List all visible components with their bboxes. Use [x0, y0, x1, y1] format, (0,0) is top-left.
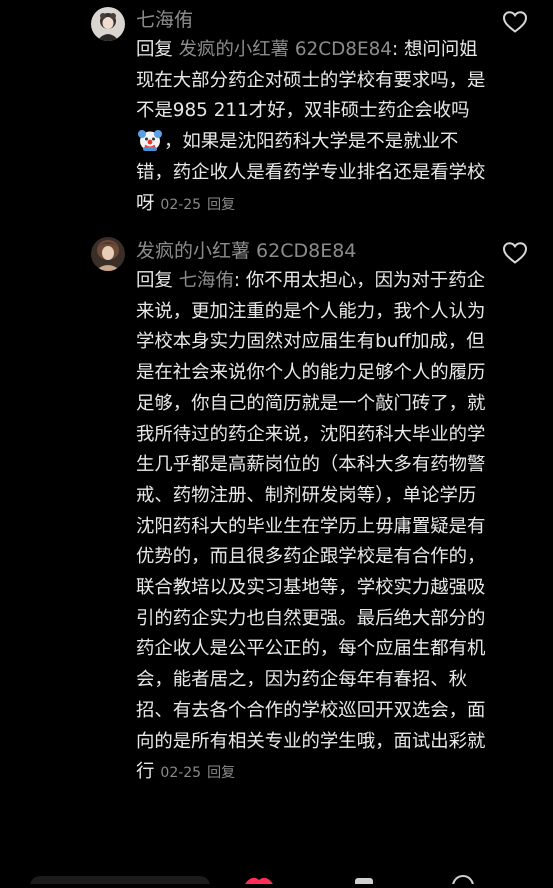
avatar[interactable]	[91, 7, 125, 41]
reply-target-username[interactable]: 发疯的小红薯 62CD8E84	[179, 39, 392, 60]
comment-date: 02-25	[160, 196, 202, 213]
reply-target-username[interactable]: 七海侑	[179, 270, 234, 291]
comment-text: 回复 七海侑: 你不用太担心，因为对于药企来说，更加注重的是个人能力，我个人认为…	[136, 266, 486, 789]
bottom-action-bar	[0, 868, 553, 888]
comment-date: 02-25	[160, 765, 202, 782]
comment-content: 你不用太担心，因为对于药企来说，更加注重的是个人能力，我个人认为学校本身实力固然…	[136, 270, 486, 783]
reply-colon: :	[233, 270, 246, 291]
heart-outline-icon[interactable]	[502, 241, 528, 265]
clown-face-emoji-icon	[137, 128, 163, 152]
comment-text: 回复 发疯的小红薯 62CD8E84: 想问问姐现在大部分药企对硕士的学校有要求…	[136, 35, 486, 220]
reply-prefix: 回复	[136, 39, 173, 60]
username[interactable]: 七海侑	[136, 8, 193, 32]
heart-outline-icon[interactable]	[502, 10, 528, 34]
comment-meta: 02-25 回复	[160, 765, 235, 781]
reply-button[interactable]: 回复	[207, 765, 235, 781]
reply-prefix: 回复	[136, 270, 173, 291]
username[interactable]: 发疯的小红薯 62CD8E84	[136, 239, 356, 263]
avatar[interactable]	[91, 237, 125, 271]
reply-colon: :	[391, 39, 405, 60]
comment-meta: 02-25 回复	[160, 197, 235, 213]
reply-button[interactable]: 回复	[207, 197, 235, 213]
